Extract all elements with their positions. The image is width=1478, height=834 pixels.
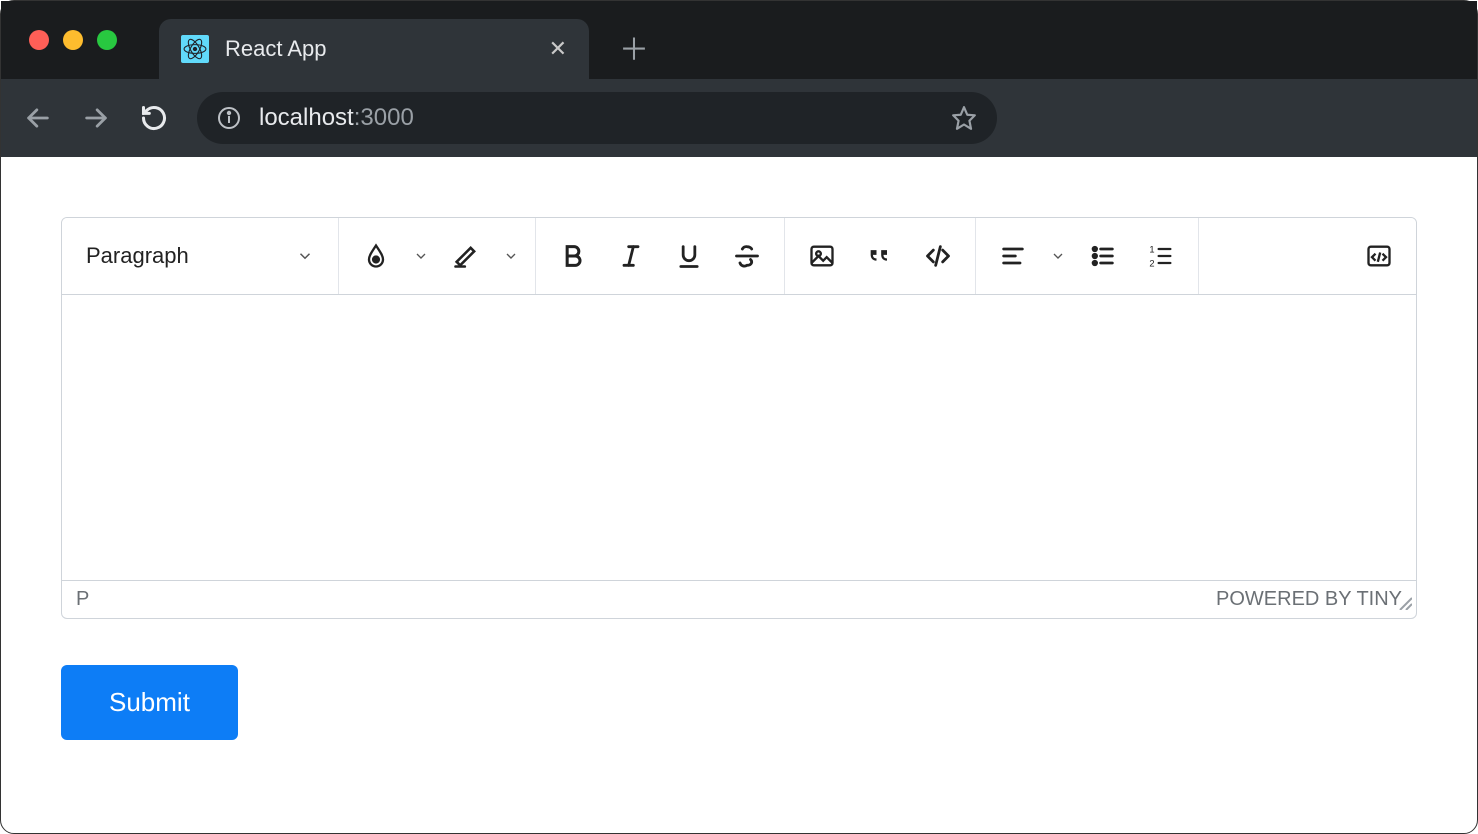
bookmark-star-icon[interactable]	[951, 105, 977, 131]
element-path[interactable]: P	[76, 588, 89, 611]
text-color-button[interactable]	[347, 227, 405, 285]
site-info-icon[interactable]	[217, 106, 241, 130]
italic-button[interactable]	[602, 227, 660, 285]
page-content: Paragraph	[1, 157, 1477, 800]
browser-chrome: React App ✕ ＋ localhost:3000	[1, 1, 1477, 157]
underline-button[interactable]	[660, 227, 718, 285]
back-button[interactable]	[23, 103, 53, 133]
toolbar-group-source	[1342, 218, 1416, 294]
rich-text-editor: Paragraph	[61, 217, 1417, 619]
window-minimize-button[interactable]	[63, 30, 83, 50]
svg-text:1: 1	[1149, 245, 1154, 255]
svg-text:2: 2	[1149, 259, 1154, 269]
numbered-list-button[interactable]: 12	[1132, 227, 1190, 285]
submit-button[interactable]: Submit	[61, 665, 238, 740]
strikethrough-button[interactable]	[718, 227, 776, 285]
browser-tab[interactable]: React App ✕	[159, 19, 589, 79]
tab-strip: React App ✕ ＋	[1, 1, 1477, 79]
toolbar-group-color	[339, 218, 536, 294]
new-tab-button[interactable]: ＋	[619, 25, 649, 69]
toolbar-group-lists: 12	[976, 218, 1199, 294]
highlight-color-button[interactable]	[437, 227, 495, 285]
block-format-label: Paragraph	[86, 243, 189, 269]
editor-toolbar: Paragraph	[62, 218, 1416, 295]
reload-button[interactable]	[139, 103, 169, 133]
toolbar-group-insert	[785, 218, 976, 294]
forward-button[interactable]	[81, 103, 111, 133]
toolbar-group-inline	[536, 218, 785, 294]
window-controls	[29, 30, 117, 50]
react-favicon-icon	[181, 35, 209, 63]
url-host: localhost	[259, 104, 354, 131]
align-button[interactable]	[984, 227, 1042, 285]
bold-button[interactable]	[544, 227, 602, 285]
block-format-select[interactable]: Paragraph	[70, 243, 330, 269]
window-close-button[interactable]	[29, 30, 49, 50]
branding-label[interactable]: POWERED BY TINY	[1216, 588, 1402, 611]
source-code-button[interactable]	[1350, 227, 1408, 285]
resize-handle-icon[interactable]	[1396, 593, 1412, 616]
toolbar-group-format: Paragraph	[62, 218, 339, 294]
tab-close-icon[interactable]: ✕	[549, 36, 567, 62]
browser-toolbar: localhost:3000	[1, 79, 1477, 157]
blockquote-button[interactable]	[851, 227, 909, 285]
text-color-dropdown[interactable]	[405, 248, 437, 264]
align-dropdown[interactable]	[1042, 248, 1074, 264]
bullet-list-button[interactable]	[1074, 227, 1132, 285]
tab-title: React App	[225, 36, 533, 62]
url-port: :3000	[354, 104, 414, 131]
editor-statusbar: P POWERED BY TINY	[62, 580, 1416, 618]
window-maximize-button[interactable]	[97, 30, 117, 50]
highlight-color-dropdown[interactable]	[495, 248, 527, 264]
editor-content-area[interactable]	[62, 295, 1416, 580]
address-bar[interactable]: localhost:3000	[197, 92, 997, 144]
code-sample-button[interactable]	[909, 227, 967, 285]
insert-image-button[interactable]	[793, 227, 851, 285]
